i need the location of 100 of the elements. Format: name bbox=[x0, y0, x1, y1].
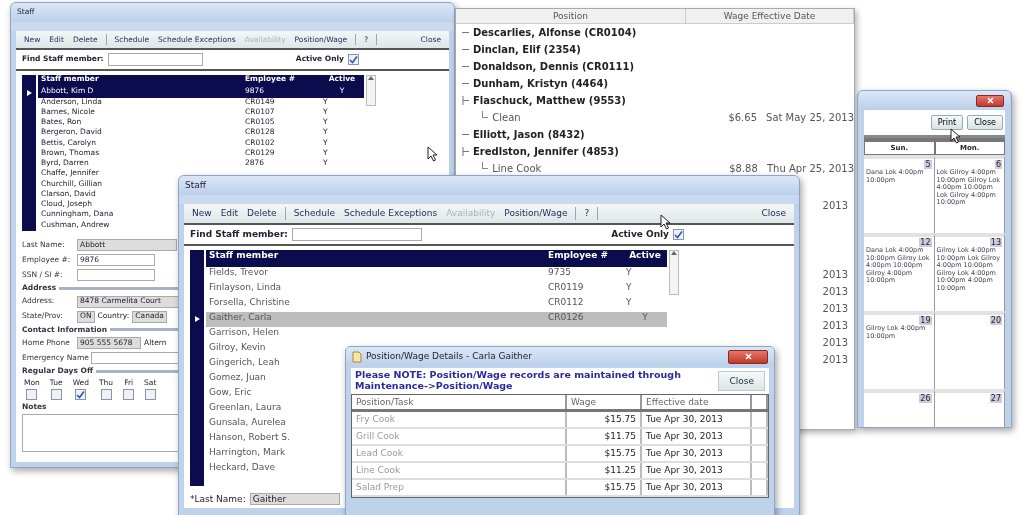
toolbar-button[interactable]: Close bbox=[757, 207, 790, 220]
window-title: Staff bbox=[185, 180, 206, 191]
column-header[interactable]: Employee # bbox=[545, 249, 623, 267]
table-cell: Grill Cook bbox=[352, 428, 567, 444]
expander-icon[interactable] bbox=[462, 65, 469, 69]
table-cell: Line Cook bbox=[352, 462, 567, 478]
expander-icon[interactable] bbox=[462, 82, 469, 86]
table-cell[interactable]: Gow, Eric bbox=[206, 386, 255, 402]
tree-item[interactable]: Flaschuck, Matthew (9553) bbox=[473, 95, 626, 107]
table-cell: Tue Apr 30, 2013 bbox=[642, 445, 752, 461]
table-cell[interactable]: Harrington, Mark bbox=[206, 446, 289, 462]
expander-icon[interactable] bbox=[462, 147, 469, 157]
checkbox[interactable] bbox=[348, 54, 359, 65]
table-cell: Tue Apr 30, 2013 bbox=[642, 479, 752, 495]
table-cell-text: 2013 bbox=[822, 337, 848, 351]
table-cell[interactable]: Hanson, Robert S. bbox=[206, 431, 293, 447]
column-header[interactable]: Wage Effective Date bbox=[686, 9, 854, 24]
table-cell: Sat May 25, 2013 bbox=[766, 112, 854, 124]
column-header[interactable]: Effective date bbox=[642, 394, 752, 409]
input-field[interactable] bbox=[77, 269, 155, 281]
close-button[interactable] bbox=[976, 94, 1004, 107]
expander-icon[interactable] bbox=[462, 133, 469, 137]
checkbox[interactable] bbox=[26, 388, 38, 400]
toolbar-button[interactable]: Position/Wage bbox=[500, 207, 572, 220]
table-cell: Tue Apr 30, 2013 bbox=[642, 411, 752, 427]
table-cell-text: 2013 bbox=[822, 320, 848, 334]
expander-icon[interactable] bbox=[462, 96, 469, 106]
cursor-icon bbox=[427, 146, 438, 162]
field-label: *Last Name: bbox=[190, 493, 246, 504]
checkbox[interactable] bbox=[100, 388, 112, 400]
checkbox[interactable] bbox=[144, 388, 156, 400]
column-header[interactable]: Position bbox=[456, 9, 686, 24]
table-cell-text: 9735 bbox=[547, 266, 572, 279]
table-cell[interactable]: Fields, Trevor bbox=[206, 266, 271, 282]
up-arrow-icon[interactable] bbox=[671, 250, 677, 255]
table-cell-text: 2013 bbox=[822, 354, 848, 368]
expander-icon[interactable] bbox=[462, 48, 469, 52]
table-cell-text: 2013 bbox=[822, 303, 848, 317]
table-cell[interactable]: Forsella, Christine bbox=[206, 296, 293, 312]
table-cell[interactable]: Greenlan, Laura bbox=[206, 401, 285, 417]
table-cell[interactable]: Gaither, Carla bbox=[206, 311, 545, 327]
table-cell[interactable]: Gunsala, Aurelea bbox=[206, 416, 289, 432]
day-number: 26 bbox=[919, 394, 932, 404]
table-cell-text: CR0119 bbox=[547, 281, 585, 294]
tree-item[interactable]: Line Cook bbox=[492, 163, 606, 175]
table-cell: Lead Cook bbox=[352, 445, 567, 461]
table-cell[interactable]: Gingerich, Leah bbox=[206, 356, 283, 372]
close-button[interactable] bbox=[728, 349, 768, 364]
table-cell: Salad Prep bbox=[352, 479, 567, 495]
table-cell-text: 2013 bbox=[822, 200, 848, 214]
toolbar-button[interactable]: Schedule bbox=[289, 207, 339, 220]
table-cell: $15.75 bbox=[567, 479, 642, 495]
day-number: 6 bbox=[994, 160, 1002, 170]
table-cell: $15.75 bbox=[567, 411, 642, 427]
checkbox[interactable] bbox=[673, 228, 684, 240]
search-field[interactable] bbox=[291, 227, 422, 241]
toolbar-button[interactable]: ? bbox=[580, 207, 594, 220]
tree-item[interactable]: Clean bbox=[492, 112, 605, 124]
input-field[interactable]: Gaither bbox=[249, 492, 340, 505]
tree-item[interactable]: Descarlies, Alfonse (CR0104) bbox=[473, 27, 637, 39]
window-title: Position/Wage Details - Carla Gaither bbox=[366, 351, 533, 362]
table-cell[interactable]: Finlayson, Linda bbox=[206, 281, 285, 297]
toolbar-button[interactable]: Edit bbox=[216, 207, 243, 220]
toolbar-button[interactable]: New bbox=[188, 207, 216, 220]
notice-text: Please NOTE: Position/Wage records are maintained through Maintenance->Position/Wage bbox=[355, 370, 682, 392]
column-header[interactable]: Active bbox=[623, 249, 667, 267]
table-cell[interactable]: Garrison, Helen bbox=[206, 326, 282, 342]
close-button[interactable]: Close bbox=[718, 370, 765, 392]
checkbox[interactable] bbox=[50, 388, 62, 400]
table-cell-text: CR0112 bbox=[547, 296, 585, 309]
button[interactable]: Print bbox=[930, 115, 964, 131]
checkbox[interactable] bbox=[75, 388, 87, 400]
toolbar-button[interactable]: Schedule Exceptions bbox=[340, 207, 442, 220]
tree-item[interactable]: Dinclan, Elif (2354) bbox=[473, 44, 581, 56]
column-header[interactable]: Position/Task bbox=[352, 394, 567, 409]
table-cell-text: 2013 bbox=[822, 286, 848, 300]
column-header[interactable]: Wage bbox=[567, 394, 642, 409]
search-field[interactable] bbox=[107, 53, 203, 66]
up-arrow-icon[interactable] bbox=[368, 76, 374, 80]
table-cell: $11.75 bbox=[567, 428, 642, 444]
button[interactable]: Close bbox=[967, 115, 1003, 131]
tree-item[interactable]: Eredlston, Jennifer (4853) bbox=[473, 146, 619, 158]
day-number: 19 bbox=[919, 316, 932, 326]
row-pointer-icon bbox=[195, 316, 200, 323]
toolbar-button[interactable]: Delete bbox=[243, 207, 281, 220]
notes-field[interactable] bbox=[22, 414, 180, 453]
table-cell-text: $8.88 bbox=[729, 163, 759, 175]
checkbox[interactable] bbox=[123, 388, 135, 400]
input-field[interactable] bbox=[91, 352, 180, 365]
close-icon bbox=[744, 353, 752, 360]
tree-item[interactable]: Donaldson, Dennis (CR0111) bbox=[473, 61, 635, 73]
table-cell[interactable]: Heckard, Dave bbox=[206, 461, 279, 477]
column-header[interactable]: Staff member bbox=[206, 249, 545, 267]
table-cell[interactable]: Gomez, Juan bbox=[206, 371, 269, 387]
expander-icon[interactable] bbox=[462, 31, 469, 35]
tree-item[interactable]: Dunham, Kristyn (4464) bbox=[473, 78, 609, 90]
tree-item[interactable]: Elliott, Jason (8432) bbox=[473, 129, 585, 141]
table-cell[interactable]: Gilroy, Kevin bbox=[206, 341, 269, 357]
scrollbar[interactable] bbox=[669, 249, 679, 295]
scrollbar[interactable] bbox=[366, 75, 376, 107]
